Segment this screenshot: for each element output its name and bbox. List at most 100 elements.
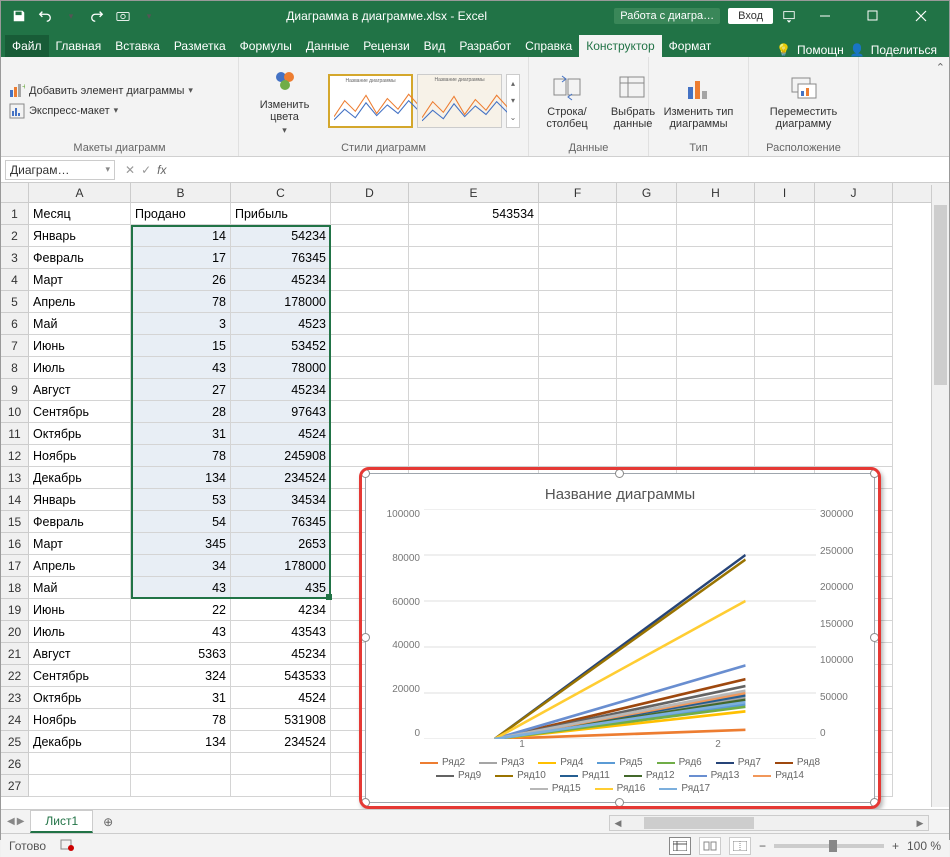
plot-area[interactable] [424, 509, 816, 739]
legend-item[interactable]: Ряд2 [420, 757, 465, 768]
cell[interactable]: 234524 [231, 467, 331, 489]
cell[interactable] [677, 423, 755, 445]
cell[interactable]: 53 [131, 489, 231, 511]
col-header-G[interactable]: G [617, 183, 677, 202]
row-header[interactable]: 21 [1, 643, 28, 665]
cell[interactable] [815, 335, 893, 357]
cell[interactable]: Август [29, 379, 131, 401]
tab-home[interactable]: Главная [49, 35, 109, 57]
cell[interactable]: 4234 [231, 599, 331, 621]
chart-style-2[interactable]: Название диаграммы [417, 74, 502, 128]
cell[interactable] [677, 335, 755, 357]
cell[interactable] [617, 225, 677, 247]
cell[interactable] [755, 269, 815, 291]
page-layout-view-button[interactable] [699, 837, 721, 855]
cell[interactable]: Продано [131, 203, 231, 225]
cell[interactable]: Июль [29, 621, 131, 643]
cell[interactable]: Февраль [29, 247, 131, 269]
camera-icon[interactable] [115, 8, 131, 24]
cell[interactable]: 34 [131, 555, 231, 577]
cell[interactable]: 78 [131, 291, 231, 313]
cell[interactable] [755, 225, 815, 247]
cell[interactable]: Май [29, 577, 131, 599]
cell[interactable] [409, 247, 539, 269]
formula-input[interactable] [172, 160, 949, 180]
cell[interactable] [539, 291, 617, 313]
cell[interactable] [755, 379, 815, 401]
cell[interactable] [617, 379, 677, 401]
legend-item[interactable]: Ряд17 [659, 783, 710, 794]
cell[interactable]: Июнь [29, 599, 131, 621]
cell[interactable] [539, 225, 617, 247]
tab-insert[interactable]: Вставка [108, 35, 167, 57]
cell[interactable] [755, 423, 815, 445]
cell[interactable]: Прибыль [231, 203, 331, 225]
resize-handle[interactable] [870, 798, 879, 807]
cell[interactable]: 22 [131, 599, 231, 621]
cell[interactable]: 78 [131, 709, 231, 731]
cell[interactable] [331, 423, 409, 445]
cell[interactable]: 178000 [231, 291, 331, 313]
cell[interactable]: 76345 [231, 247, 331, 269]
row-header[interactable]: 22 [1, 665, 28, 687]
cell[interactable] [677, 313, 755, 335]
cell[interactable]: 4523 [231, 313, 331, 335]
cell[interactable] [331, 313, 409, 335]
legend-item[interactable]: Ряд5 [597, 757, 642, 768]
move-chart-button[interactable]: Переместить диаграмму [757, 72, 850, 130]
cell[interactable] [815, 423, 893, 445]
cell[interactable]: 34534 [231, 489, 331, 511]
cell[interactable]: 76345 [231, 511, 331, 533]
cell[interactable]: 14 [131, 225, 231, 247]
tab-layout[interactable]: Разметка [167, 35, 233, 57]
normal-view-button[interactable] [669, 837, 691, 855]
legend-item[interactable]: Ряд16 [595, 783, 646, 794]
cell[interactable] [677, 203, 755, 225]
legend-item[interactable]: Ряд11 [560, 770, 610, 781]
resize-handle[interactable] [361, 469, 370, 478]
cell[interactable] [409, 445, 539, 467]
cell[interactable] [231, 775, 331, 797]
embedded-chart[interactable]: Название диаграммы 100000800006000040000… [365, 473, 875, 803]
cell[interactable] [617, 401, 677, 423]
tab-developer[interactable]: Разработ [452, 35, 518, 57]
undo-icon[interactable] [37, 8, 53, 24]
cell[interactable] [755, 445, 815, 467]
legend-item[interactable]: Ряд13 [689, 770, 740, 781]
cell[interactable] [617, 291, 677, 313]
cell[interactable] [677, 445, 755, 467]
cell[interactable] [755, 291, 815, 313]
name-box[interactable]: Диаграм…▾ [5, 160, 115, 180]
cell[interactable] [539, 247, 617, 269]
cell[interactable] [331, 401, 409, 423]
tab-help[interactable]: Справка [518, 35, 579, 57]
cell[interactable] [131, 753, 231, 775]
row-header[interactable]: 15 [1, 511, 28, 533]
row-header[interactable]: 3 [1, 247, 28, 269]
cell[interactable]: 54234 [231, 225, 331, 247]
cell[interactable] [539, 445, 617, 467]
cell[interactable] [331, 203, 409, 225]
cell[interactable]: 17 [131, 247, 231, 269]
signin-button[interactable]: Вход [728, 8, 773, 24]
cell[interactable]: 234524 [231, 731, 331, 753]
cell[interactable]: 543534 [409, 203, 539, 225]
row-header[interactable]: 1 [1, 203, 28, 225]
cell[interactable] [331, 445, 409, 467]
cell[interactable]: Август [29, 643, 131, 665]
sheet-tab-active[interactable]: Лист1 [30, 810, 93, 833]
cell[interactable] [617, 313, 677, 335]
cell[interactable]: 26 [131, 269, 231, 291]
cell[interactable]: 45234 [231, 269, 331, 291]
cell[interactable]: 31 [131, 687, 231, 709]
row-header[interactable]: 18 [1, 577, 28, 599]
switch-rowcol-button[interactable]: Строка/ столбец [537, 72, 597, 130]
close-button[interactable] [901, 1, 941, 31]
cell[interactable]: Ноябрь [29, 709, 131, 731]
scrollbar-thumb[interactable] [934, 205, 947, 385]
cell[interactable]: Месяц [29, 203, 131, 225]
cell[interactable] [539, 269, 617, 291]
row-header[interactable]: 9 [1, 379, 28, 401]
col-header-D[interactable]: D [331, 183, 409, 202]
change-chart-type-button[interactable]: Изменить тип диаграммы [657, 72, 740, 130]
